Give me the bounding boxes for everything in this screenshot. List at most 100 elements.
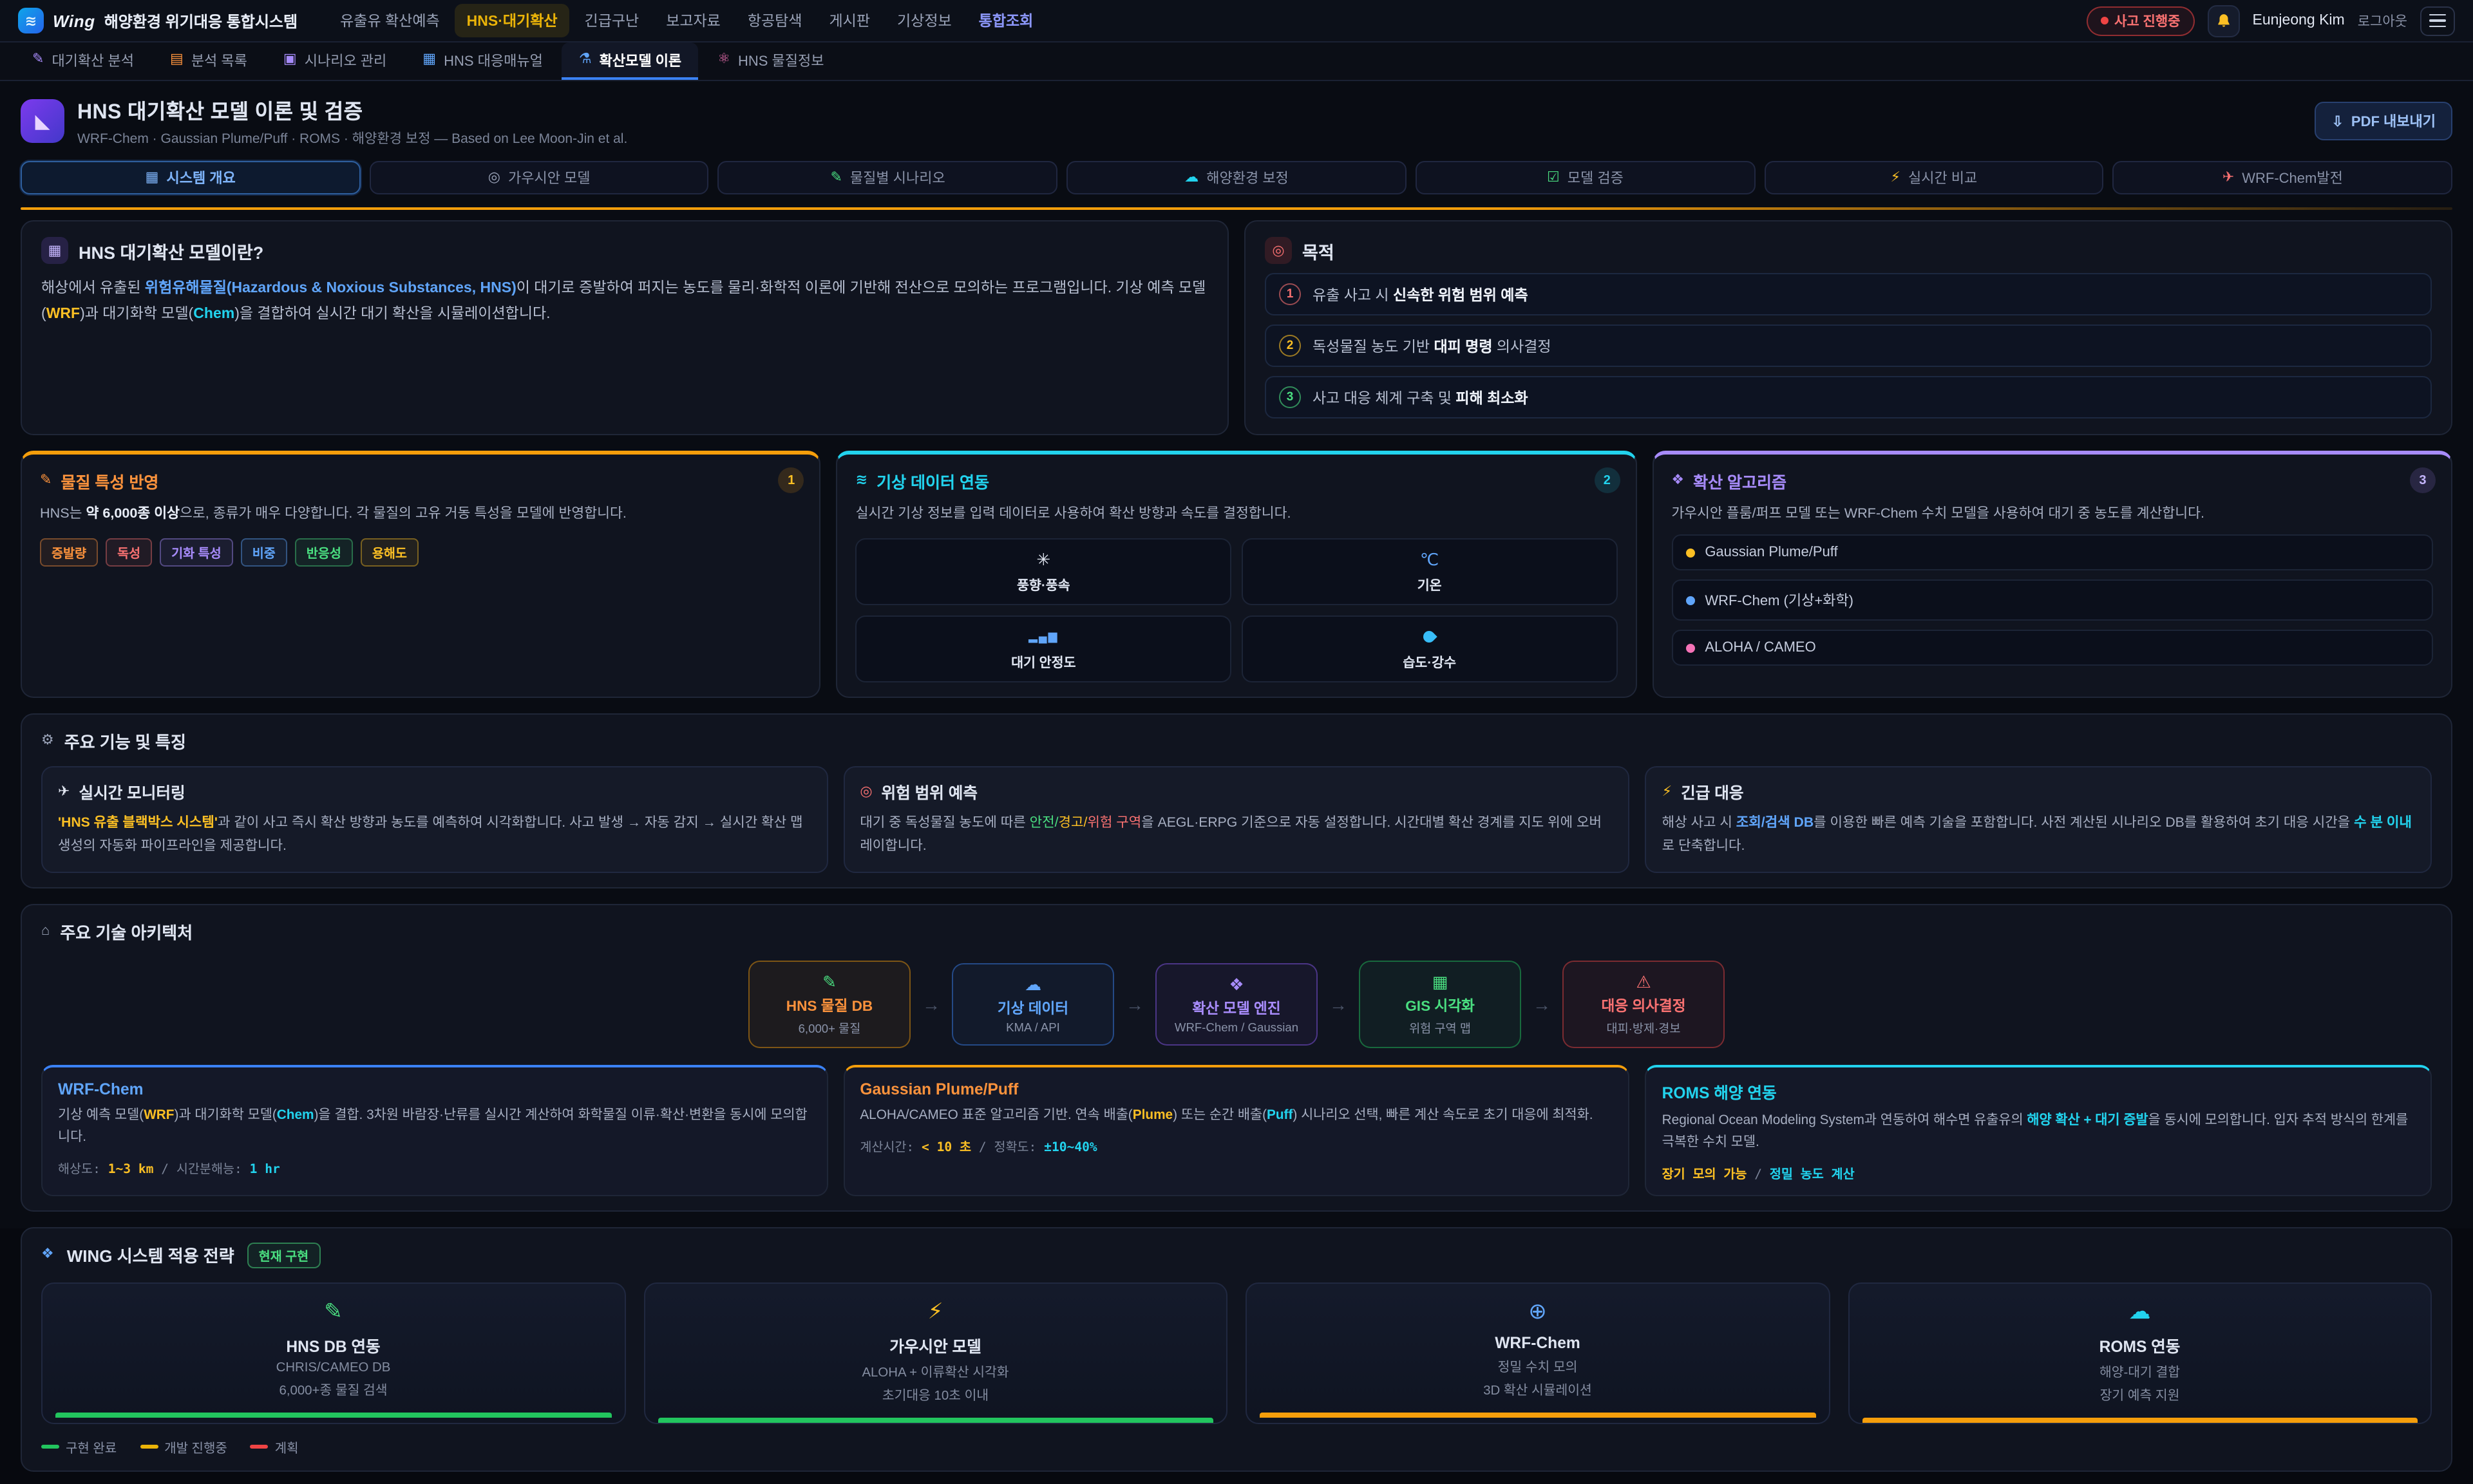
menu-icon[interactable] bbox=[2420, 6, 2455, 35]
bell-glyph bbox=[2215, 12, 2232, 29]
purpose-card: ◎ 목적 1 유출 사고 시 신속한 위험 범위 예측 2 독성물질 농도 기반… bbox=[1244, 220, 2452, 435]
wx-temperature: ℃ 기온 bbox=[1242, 539, 1617, 606]
target-icon: ◎ bbox=[860, 785, 872, 800]
strategy-grid: ✎ HNS DB 연동 CHRIS/CAMEO DB 6,000+종 물질 검색… bbox=[41, 1282, 2432, 1423]
pencil-icon: ✎ bbox=[40, 474, 52, 488]
pillar-weather-data: 2 ≋ 기상 데이터 연동 실시간 기상 정보를 입력 데이터로 사용하여 확산… bbox=[837, 451, 1637, 699]
ruler-icon: ◣ bbox=[21, 99, 64, 143]
notification-bell-icon[interactable] bbox=[2208, 5, 2240, 37]
topnav-right: 사고 진행중 Eunjeong Kim 로그아웃 bbox=[2086, 5, 2455, 37]
tab-marine-correction[interactable]: ☁ 해양환경 보정 bbox=[1066, 161, 1406, 194]
feature-body: 해상 사고 시 조회/검색 DB를 이용한 빠른 예측 기술을 포함합니다. 사… bbox=[1662, 813, 2415, 859]
strategy-line: 3D 확산 시뮬레이션 bbox=[1260, 1378, 1815, 1398]
cloud-icon: ☁ bbox=[969, 975, 1097, 995]
feature-realtime-monitoring: ✈ 실시간 모니터링 'HNS 유출 블랙박스 시스템'과 같이 사고 즉시 확… bbox=[41, 767, 828, 873]
strategy-item-title: WRF-Chem bbox=[1260, 1333, 1815, 1351]
legend-bar-icon bbox=[251, 1444, 269, 1448]
strategy-wrf-chem: ⊕ WRF-Chem 정밀 수치 모의 3D 확산 시뮬레이션 bbox=[1246, 1282, 1830, 1423]
model-specs: 계산시간: < 10 초 / 정확도: ±10~40% bbox=[860, 1136, 1613, 1154]
tab-wrf-chem-evolution[interactable]: ✈ WRF-Chem발전 bbox=[2113, 161, 2452, 194]
flow-title: 대응 의사결정 bbox=[1579, 995, 1708, 1016]
bullet-icon bbox=[1685, 549, 1694, 558]
architecture-icon: ⌂ bbox=[41, 925, 50, 939]
engine-icon: ❖ bbox=[1172, 975, 1301, 995]
tab-model-validation[interactable]: ☑ 모델 검증 bbox=[1416, 161, 1755, 194]
wx-stability: ▂▄▆ 대기 안정도 bbox=[856, 616, 1231, 683]
model-wrf-chem: WRF-Chem 기상 예측 모델(WRF)과 대기화학 모델(Chem)을 결… bbox=[41, 1065, 828, 1196]
tag-solubility: 용해도 bbox=[361, 539, 419, 567]
tab-system-overview[interactable]: ▦ 시스템 개요 bbox=[21, 161, 360, 194]
strategy-section: ❖ WING 시스템 적용 전략 현재 구현 ✎ HNS DB 연동 CHRIS… bbox=[21, 1226, 2452, 1471]
pillar-diffusion-algorithms: 3 ❖ 확산 알고리즘 가우시안 플룸/퍼프 모델 또는 WRF-Chem 수치… bbox=[1652, 451, 2452, 699]
pdf-export-button[interactable]: ⇩ PDF 내보내기 bbox=[2315, 102, 2452, 140]
user-name: Eunjeong Kim bbox=[2253, 13, 2345, 28]
feature-body: 'HNS 유출 블랙박스 시스템'과 같이 사고 즉시 확산 방향과 농도를 예… bbox=[58, 813, 811, 859]
model-specs: 장기 모의 가능 / 정밀 농도 계산 bbox=[1662, 1163, 2415, 1181]
chem-term: Chem bbox=[193, 307, 234, 323]
bullet-icon bbox=[1685, 596, 1694, 605]
globe-icon: ⊕ bbox=[1260, 1299, 1815, 1327]
pillar-body: HNS는 약 6,000종 이상으로, 종류가 매우 다양합니다. 각 물질의 … bbox=[40, 503, 802, 526]
subnav-label: 시나리오 관리 bbox=[305, 50, 387, 70]
tab-label: 실시간 비교 bbox=[1908, 167, 1977, 188]
bar-chart-icon: ▂▄▆ bbox=[865, 626, 1222, 648]
progress-bar bbox=[658, 1417, 1213, 1422]
tab-label: 물질별 시나리오 bbox=[850, 167, 945, 188]
intro-title-row: ▦ HNS 대기확산 모델이란? bbox=[41, 237, 1208, 264]
overview-row: ▦ HNS 대기확산 모델이란? 해상에서 유출된 위험유해물질(Hazardo… bbox=[21, 220, 2452, 435]
model-title: WRF-Chem bbox=[58, 1080, 811, 1098]
pencil-icon: ✎ bbox=[32, 53, 44, 67]
pdf-export-icon: ⇩ bbox=[2331, 113, 2343, 129]
pillar-title: 확산 알고리즘 bbox=[1693, 469, 1786, 493]
nav-item-aerial-search[interactable]: 항공탐색 bbox=[736, 4, 814, 37]
nav-item-emergency-rescue[interactable]: 긴급구난 bbox=[573, 4, 651, 37]
subnav-analysis-list[interactable]: ▤ 분석 목록 bbox=[153, 42, 264, 80]
step-number: 3 bbox=[1279, 386, 1301, 408]
subnav-scenario-management[interactable]: ▣ 시나리오 관리 bbox=[267, 42, 403, 80]
main-content: ▦ HNS 대기확산 모델이란? 해상에서 유출된 위험유해물질(Hazardo… bbox=[0, 207, 2473, 1484]
nav-item-oil-spill-prediction[interactable]: 유출유 확산예측 bbox=[328, 4, 451, 37]
wx-label: 기온 bbox=[1251, 575, 1608, 594]
features-section: ⚙ 주요 기능 및 특징 ✈ 실시간 모니터링 'HNS 유출 블랙박스 시스템… bbox=[21, 714, 2452, 888]
subnav-label: 대기확산 분석 bbox=[52, 50, 134, 70]
current-implementation-badge: 현재 구현 bbox=[247, 1242, 321, 1268]
tab-realtime-comparison[interactable]: ⚡ 실시간 비교 bbox=[1764, 161, 2103, 194]
intro-body: 해상에서 유출된 위험유해물질(Hazardous & Noxious Subs… bbox=[41, 276, 1208, 328]
feature-title-row: ✈ 실시간 모니터링 bbox=[58, 781, 811, 804]
book-icon: ▦ bbox=[422, 53, 436, 67]
subnav-air-diffusion-analysis[interactable]: ✎ 대기확산 분석 bbox=[15, 42, 151, 80]
subnav-diffusion-model-theory[interactable]: ⚗ 확산모델 이론 bbox=[562, 42, 698, 80]
purpose-item: 1 유출 사고 시 신속한 위험 범위 예측 bbox=[1265, 273, 2432, 315]
flow-decision: ⚠ 대응 의사결정 대피·방제·경보 bbox=[1562, 961, 1725, 1048]
property-tags: 증발량 독성 기화 특성 비중 반응성 용해도 bbox=[40, 539, 802, 567]
incident-status-badge[interactable]: 사고 진행중 bbox=[2086, 6, 2194, 35]
algorithm-icon: ❖ bbox=[1671, 474, 1684, 488]
section-accent-line bbox=[21, 207, 2452, 210]
flask-icon: ⚗ bbox=[579, 53, 592, 67]
flow-title: GIS 시각화 bbox=[1376, 995, 1504, 1016]
tab-gaussian-model[interactable]: ◎ 가우시안 모델 bbox=[369, 161, 708, 194]
intro-text: )과 대기화학 모델( bbox=[80, 307, 193, 323]
flow-subtitle: KMA / API bbox=[969, 1021, 1097, 1034]
thermometer-icon: ℃ bbox=[1251, 549, 1608, 571]
tab-substance-scenarios[interactable]: ✎ 물질별 시나리오 bbox=[718, 161, 1057, 194]
subnav-hns-substance-info[interactable]: ⚛ HNS 물질정보 bbox=[701, 42, 840, 80]
logout-link[interactable]: 로그아웃 bbox=[2358, 11, 2407, 30]
nav-item-board[interactable]: 게시판 bbox=[818, 4, 882, 37]
arrow-icon: → bbox=[1126, 994, 1144, 1015]
wx-wind: ✳ 풍향·풍속 bbox=[856, 539, 1231, 606]
nav-item-hns-air-diffusion[interactable]: HNS·대기확산 bbox=[455, 4, 569, 37]
algo-aloha-cameo: ALOHA / CAMEO bbox=[1671, 630, 2433, 666]
nav-item-weather-info[interactable]: 기상정보 bbox=[886, 4, 963, 37]
subnav-hns-response-manual[interactable]: ▦ HNS 대응매뉴얼 bbox=[406, 42, 560, 80]
flow-hns-db: ✎ HNS 물질 DB 6,000+ 물질 bbox=[748, 961, 911, 1048]
list-icon: ▤ bbox=[170, 53, 184, 67]
nav-item-integrated-search[interactable]: 통합조회 bbox=[967, 4, 1045, 37]
pencil-icon: ✎ bbox=[765, 972, 894, 993]
tab-label: 해양환경 보정 bbox=[1206, 167, 1289, 188]
nav-item-reports[interactable]: 보고자료 bbox=[654, 4, 732, 37]
wx-label: 풍향·풍속 bbox=[865, 575, 1222, 594]
brand[interactable]: ≋ Wing 해양환경 위기대응 통합시스템 bbox=[18, 8, 298, 33]
feature-risk-range-prediction: ◎ 위험 범위 예측 대기 중 독성물질 농도에 따른 안전/경고/위험 구역을… bbox=[843, 767, 1629, 873]
features-title: 주요 기능 및 특징 bbox=[64, 729, 186, 754]
